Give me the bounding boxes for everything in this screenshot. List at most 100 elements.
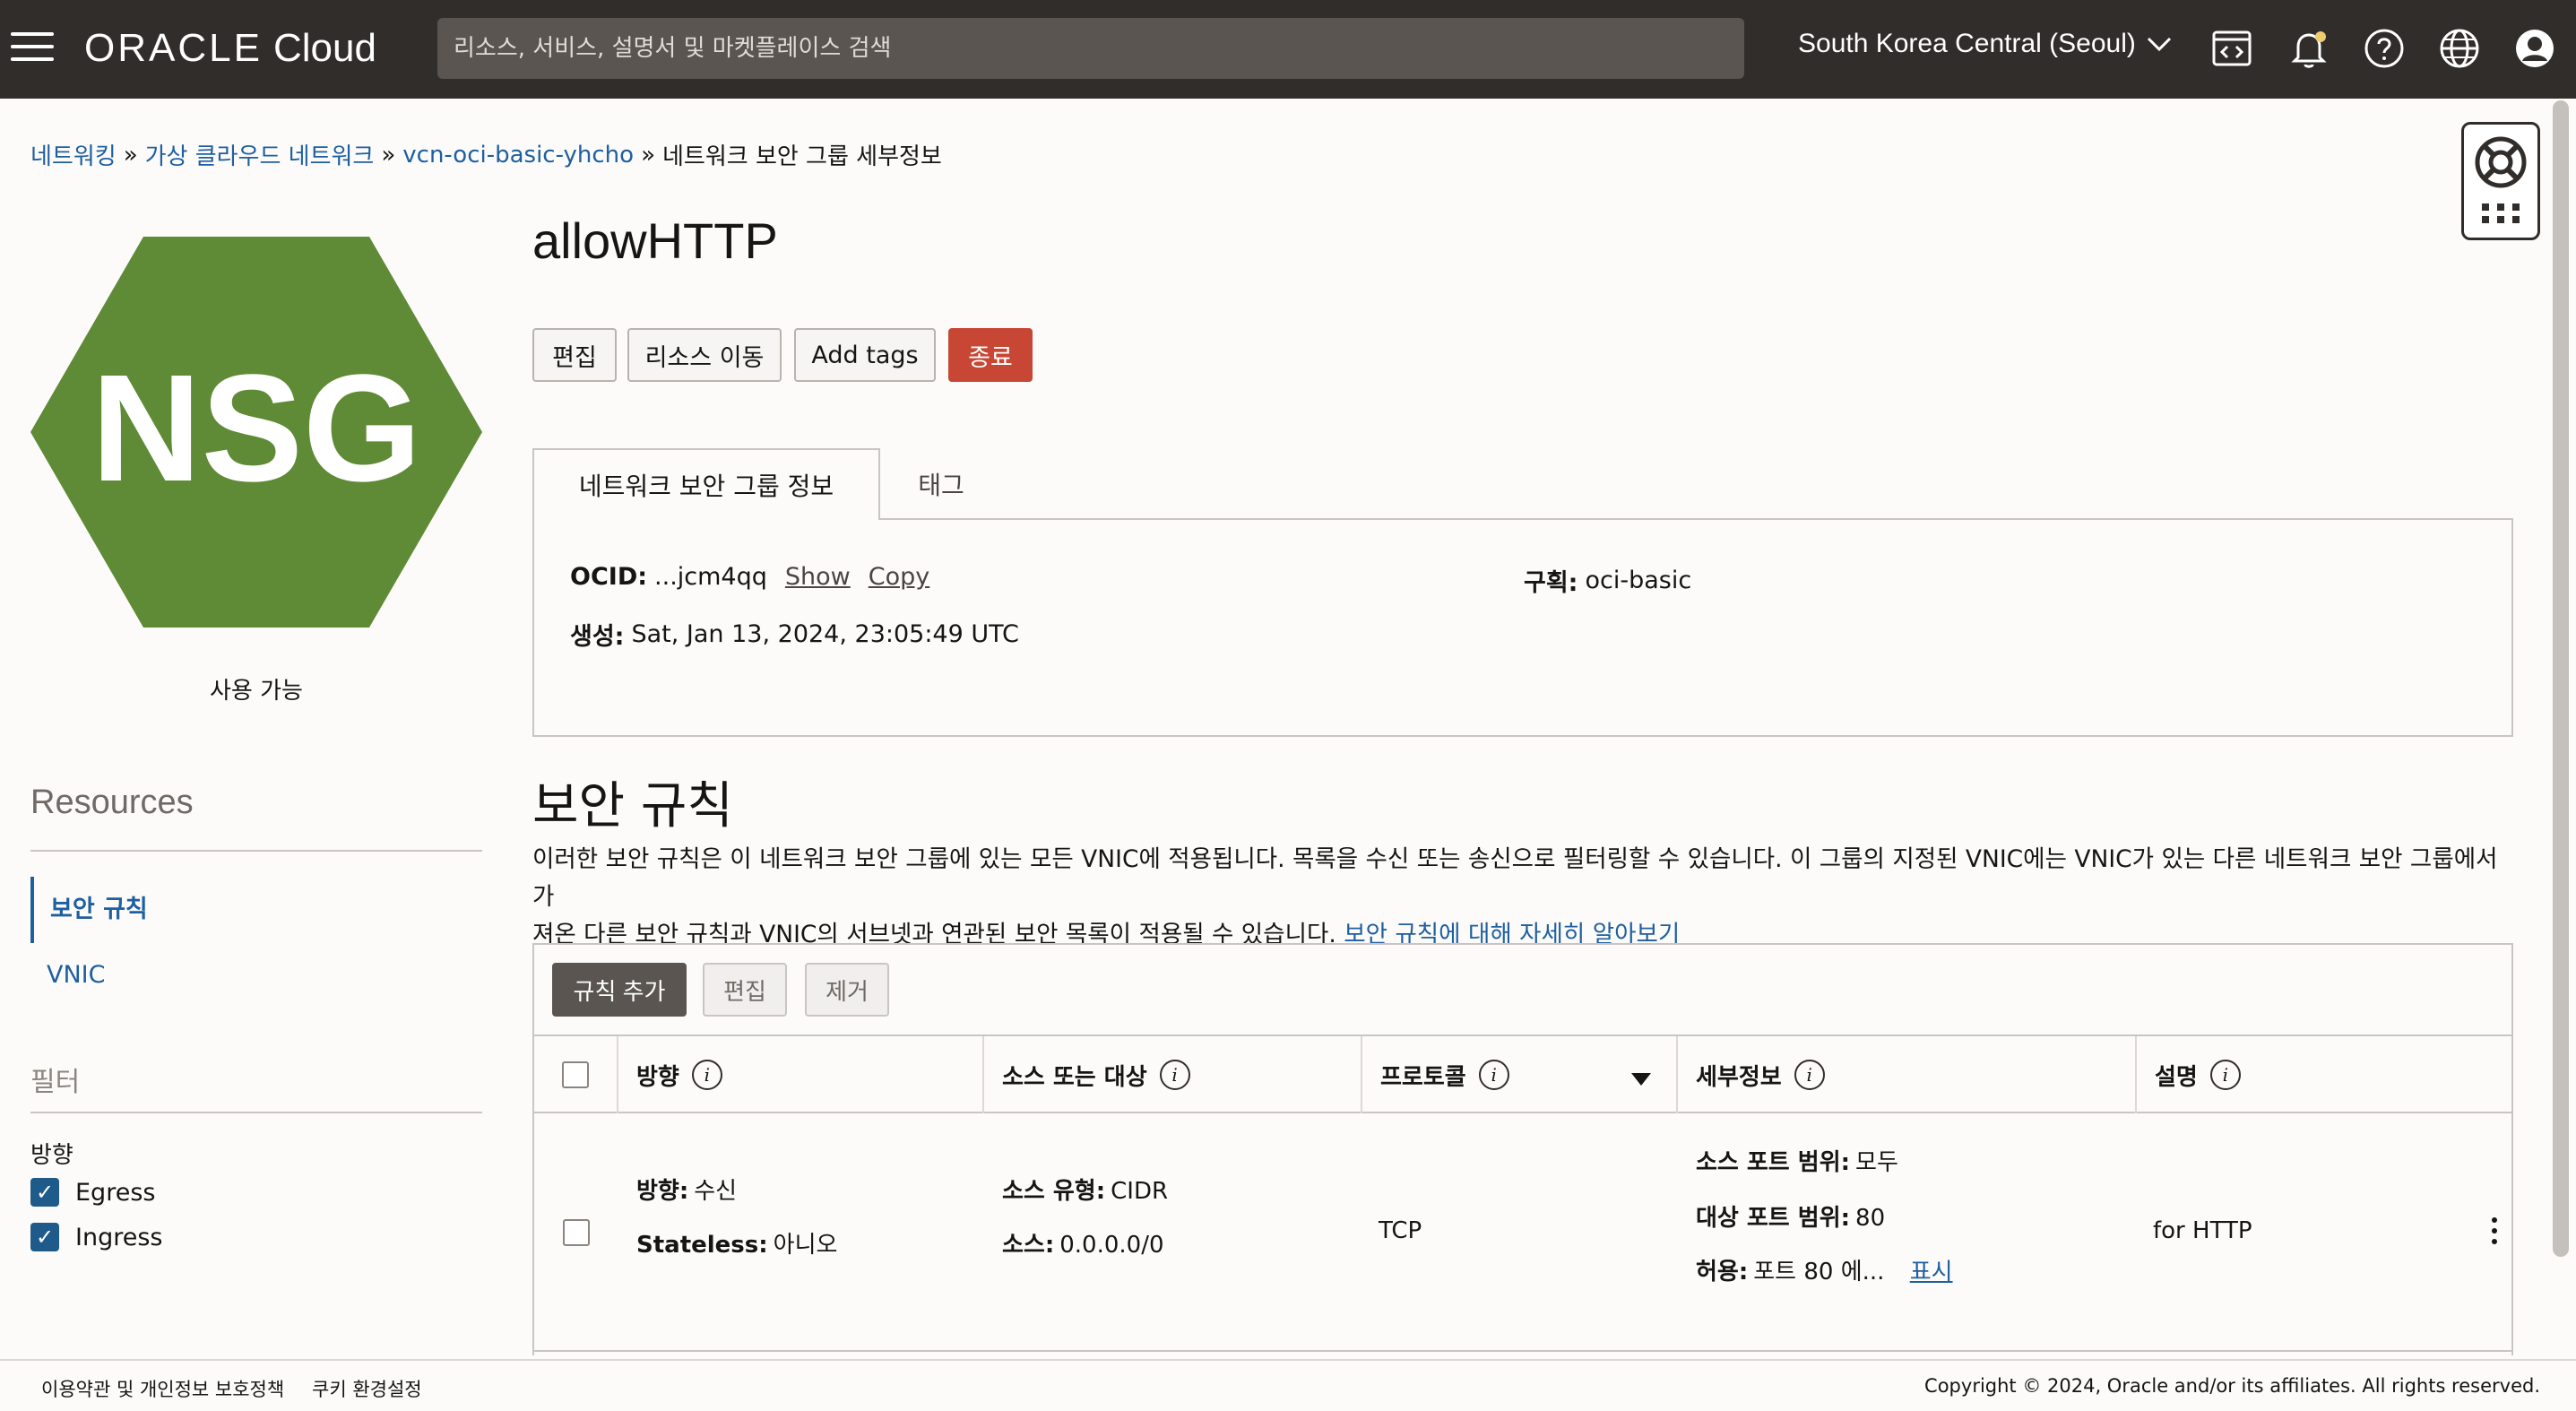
nsg-info-panel: OCID: ...jcm4qq Show Copy 구획: oci-basic …: [532, 518, 2513, 737]
select-all-cell: [534, 1036, 617, 1113]
filter-ingress[interactable]: ✓ Ingress: [30, 1223, 162, 1251]
oracle-cloud-logo[interactable]: ORACLE Cloud: [84, 23, 376, 74]
source-type-value: CIDR: [1111, 1178, 1169, 1205]
column-details-label: 세부정보: [1696, 1063, 1782, 1091]
resources-title: Resources: [30, 783, 194, 821]
row-source: 소스: 0.0.0.0/0: [1002, 1226, 1164, 1260]
column-details[interactable]: 세부정보 i: [1676, 1036, 2135, 1113]
ocid-show-link[interactable]: Show: [785, 563, 851, 591]
compartment-row: 구획: oci-basic: [1524, 563, 1691, 598]
info-icon[interactable]: i: [1794, 1060, 1825, 1090]
ocid-label: OCID:: [570, 563, 648, 591]
column-direction-label: 방향: [636, 1063, 679, 1091]
source-port-label: 소스 포트 범위:: [1696, 1149, 1851, 1176]
chevron-down-icon: [2147, 30, 2172, 58]
info-icon[interactable]: i: [1159, 1060, 1190, 1090]
add-tags-button[interactable]: Add tags: [794, 328, 936, 382]
row-destination-port-range: 대상 포트 범위: 80: [1696, 1199, 1885, 1233]
page-scrollbar[interactable]: [2553, 100, 2569, 1257]
copyright-text: Copyright © 2024, Oracle and/or its affi…: [1924, 1375, 2540, 1397]
description-line-1: 이러한 보안 규칙은 이 네트워크 보안 그룹에 있는 모든 VNIC에 적용됩…: [532, 845, 2498, 911]
region-label: South Korea Central (Seoul): [1798, 29, 2136, 58]
stateless-label: Stateless:: [636, 1232, 768, 1259]
resource-vnic[interactable]: VNIC: [30, 961, 105, 989]
lifecycle-status: 사용 가능: [210, 678, 303, 705]
page-title: allowHTTP: [532, 212, 778, 269]
sort-caret-down-icon[interactable]: [1631, 1065, 1651, 1092]
code-editor-icon[interactable]: [2210, 27, 2253, 70]
nsg-badge: NSG: [30, 237, 482, 628]
row-protocol: TCP: [1379, 1217, 1422, 1244]
cookie-preferences-link[interactable]: 쿠키 환경설정: [312, 1375, 422, 1402]
column-description-label: 설명: [2155, 1063, 2198, 1091]
breadcrumb-vcn-name[interactable]: vcn-oci-basic-yhcho: [402, 142, 634, 169]
terms-privacy-link[interactable]: 이용약관 및 개인정보 보호정책: [41, 1375, 284, 1402]
resource-security-rules[interactable]: 보안 규칙: [30, 877, 148, 943]
help-widget[interactable]: [2461, 122, 2540, 240]
row-actions-kebab-icon[interactable]: [2492, 1217, 2501, 1250]
created-row: 생성: Sat, Jan 13, 2024, 23:05:49 UTC: [570, 617, 1019, 652]
column-description[interactable]: 설명 i: [2135, 1036, 2511, 1113]
security-rules-description: 이러한 보안 규칙은 이 네트워크 보안 그룹에 있는 모든 VNIC에 적용됩…: [532, 841, 2513, 954]
tab-tags[interactable]: 태그: [887, 448, 995, 520]
filter-title: 필터: [30, 1067, 81, 1098]
brand-cloud: Cloud: [272, 26, 376, 70]
edit-rule-button[interactable]: 편집: [703, 963, 787, 1017]
divider: [30, 1112, 482, 1113]
filter-direction-label: 방향: [30, 1142, 73, 1169]
source-value: 0.0.0.0/0: [1059, 1232, 1164, 1259]
column-protocol[interactable]: 프로토콜 i: [1361, 1036, 1676, 1113]
checkbox-checked-icon[interactable]: ✓: [30, 1223, 59, 1251]
allows-show-link[interactable]: 표시: [1910, 1259, 1953, 1285]
select-all-checkbox[interactable]: [562, 1061, 589, 1088]
column-source-destination[interactable]: 소스 또는 대상 i: [982, 1036, 1361, 1113]
info-icon[interactable]: i: [2209, 1060, 2241, 1090]
source-label: 소스:: [1002, 1232, 1055, 1259]
add-rule-button[interactable]: 규칙 추가: [552, 963, 687, 1017]
destination-port-value: 80: [1855, 1205, 1886, 1232]
notification-bell-icon[interactable]: [2287, 27, 2330, 70]
filter-ingress-label: Ingress: [75, 1223, 163, 1251]
help-icon[interactable]: [2363, 27, 2406, 70]
breadcrumb-networking[interactable]: 네트워킹: [30, 138, 117, 171]
security-rules-table-panel: 규칙 추가 편집 제거 방향 i 소스 또는 대상 i 프로토콜 i 세부정보 …: [532, 943, 2513, 1355]
row-checkbox[interactable]: [563, 1219, 590, 1246]
checkbox-checked-icon[interactable]: ✓: [30, 1178, 59, 1207]
ocid-value: ...jcm4qq: [654, 563, 767, 591]
row-description: for HTTP: [2153, 1217, 2252, 1244]
destination-port-label: 대상 포트 범위:: [1696, 1205, 1851, 1232]
stateless-value: 아니오: [773, 1232, 838, 1259]
breadcrumb-current: 네트워크 보안 그룹 세부정보: [662, 143, 942, 170]
security-rules-title: 보안 규칙: [532, 777, 733, 835]
filter-egress[interactable]: ✓ Egress: [30, 1178, 155, 1207]
source-port-value: 모두: [1855, 1149, 1898, 1176]
compartment-value: oci-basic: [1585, 567, 1692, 594]
table-header: 방향 i 소스 또는 대상 i 프로토콜 i 세부정보 i 설명 i: [534, 1034, 2511, 1113]
edit-button[interactable]: 편집: [532, 328, 617, 382]
language-globe-icon[interactable]: [2438, 27, 2481, 70]
search-input[interactable]: [437, 18, 1744, 79]
created-label: 생성:: [570, 623, 625, 651]
row-source-port-range: 소스 포트 범위: 모두: [1696, 1144, 1898, 1177]
row-direction: 방향: 수신: [636, 1173, 737, 1206]
breadcrumb-separator: »: [123, 141, 138, 169]
user-profile-icon[interactable]: [2513, 27, 2556, 70]
remove-rule-button[interactable]: 제거: [805, 963, 889, 1017]
terminate-button[interactable]: 종료: [948, 328, 1033, 382]
info-icon[interactable]: i: [691, 1060, 722, 1090]
row-stateless: Stateless: 아니오: [636, 1226, 837, 1260]
move-resource-button[interactable]: 리소스 이동: [627, 328, 782, 382]
direction-value: 수신: [694, 1178, 738, 1205]
tab-nsg-information[interactable]: 네트워크 보안 그룹 정보: [532, 448, 880, 520]
breadcrumb-separator: »: [381, 141, 396, 169]
breadcrumb-vcn[interactable]: 가상 클라우드 네트워크: [145, 138, 375, 171]
ocid-row: OCID: ...jcm4qq Show Copy: [570, 563, 929, 591]
info-icon[interactable]: i: [1478, 1060, 1509, 1090]
region-selector[interactable]: South Korea Central (Seoul): [1798, 29, 2172, 59]
search-bar[interactable]: [437, 18, 1744, 79]
column-direction[interactable]: 방향 i: [617, 1036, 982, 1113]
menu-icon[interactable]: [11, 32, 54, 65]
allows-label: 허용:: [1696, 1259, 1749, 1285]
top-navigation-bar: ORACLE Cloud South Korea Central (Seoul): [0, 0, 2576, 99]
ocid-copy-link[interactable]: Copy: [869, 563, 930, 591]
